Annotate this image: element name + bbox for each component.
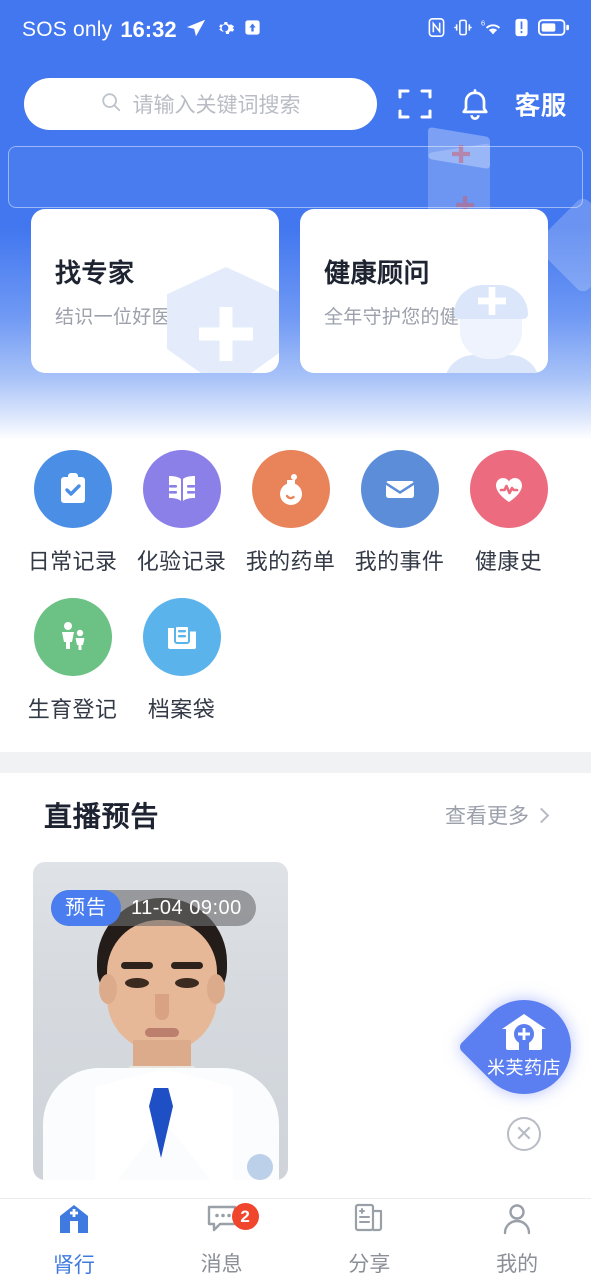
status-bar-right: 6 (428, 18, 569, 42)
close-circle-icon[interactable]: ✕ (507, 1117, 541, 1151)
feature-cards: 找专家 结识一位好医生 健康顾问 全年守护您的健康 (0, 209, 591, 373)
status-bar: SOS only 16:32 6 (0, 0, 591, 60)
customer-service-button[interactable]: 客服 (513, 86, 567, 122)
nav-label: 我的 (496, 1252, 539, 1276)
gear-icon (215, 18, 235, 43)
home-clinic-icon (56, 1201, 92, 1242)
quick-action-row: 日常记录 化验记录 我的药单 我的事件 健康史 (18, 450, 573, 576)
quick-action-file-bag[interactable]: 档案袋 (127, 598, 236, 724)
nav-item-profile[interactable]: 我的 (443, 1199, 591, 1280)
quick-action-grid: 日常记录 化验记录 我的药单 我的事件 健康史 生育登记 档案袋 (0, 450, 591, 724)
heart-pulse-icon (469, 450, 548, 528)
quick-action-label: 日常记录 (27, 549, 118, 574)
chevron-right-icon (533, 807, 550, 823)
live-preview-card[interactable]: 预告 11-04 09:00 (33, 862, 288, 1180)
view-more-label: 查看更多 (445, 805, 529, 828)
upload-box-icon (243, 18, 262, 42)
quick-action-label: 档案袋 (147, 697, 216, 722)
live-badge-group: 预告 11-04 09:00 (51, 890, 256, 926)
app-screen: SOS only 16:32 6 请输入关键词搜索 客服 找专家 结识一位好医生… (0, 0, 591, 1280)
nurse-art-icon (440, 279, 544, 373)
clock-label: 16:32 (120, 17, 177, 42)
pharmacy-float-button[interactable]: 米芙药店 (457, 980, 591, 1114)
quick-action-label: 健康史 (474, 549, 543, 574)
alert-icon (514, 18, 529, 42)
scan-icon[interactable] (393, 82, 437, 126)
bottom-navigation: 肾行 2 消息 分享 我的 (0, 1198, 591, 1280)
share-doc-icon (351, 1202, 387, 1241)
view-more-button[interactable]: 查看更多 (445, 800, 550, 830)
section-divider (0, 752, 591, 773)
grid-spacer (454, 598, 563, 724)
open-book-icon (142, 450, 221, 528)
health-advisor-card[interactable]: 健康顾问 全年守护您的健康 (300, 209, 548, 373)
page-title: 直播预告 (44, 801, 160, 832)
nav-label: 消息 (200, 1252, 243, 1276)
briefcase-icon (360, 450, 439, 528)
nfc-icon (428, 18, 445, 42)
grid-spacer (236, 598, 345, 724)
quick-action-health-history[interactable]: 健康史 (454, 450, 563, 576)
grid-spacer (345, 598, 454, 724)
quick-action-label: 我的药单 (245, 549, 336, 574)
quick-action-label: 化验记录 (136, 549, 227, 574)
pharmacy-house-icon (502, 1014, 546, 1050)
quick-action-birth-registration[interactable]: 生育登记 (18, 598, 127, 724)
pin-content: 米芙药店 (477, 1000, 571, 1094)
battery-icon (538, 19, 569, 41)
quick-action-lab-record[interactable]: 化验记录 (127, 450, 236, 576)
nav-item-share[interactable]: 分享 (296, 1199, 444, 1280)
svg-text:6: 6 (481, 19, 485, 28)
quick-action-my-prescription[interactable]: 我的药单 (236, 450, 345, 576)
pill-bottle-icon (251, 450, 330, 528)
nav-label: 分享 (348, 1252, 391, 1276)
live-time-label: 11-04 09:00 (131, 896, 242, 919)
location-arrow-icon (185, 17, 207, 44)
carrier-label: SOS only (22, 18, 113, 41)
live-section-header: 直播预告 查看更多 (0, 795, 591, 835)
person-icon (499, 1202, 535, 1241)
search-placeholder: 请输入关键词搜索 (132, 94, 301, 117)
status-badge: 2 (231, 1203, 259, 1230)
search-input[interactable]: 请输入关键词搜索 (24, 78, 377, 130)
nav-item-home[interactable]: 肾行 (0, 1199, 148, 1280)
status-badge: 预告 (51, 890, 121, 926)
quick-action-label: 我的事件 (354, 549, 445, 574)
quick-action-label: 生育登记 (27, 697, 118, 722)
quick-action-my-events[interactable]: 我的事件 (345, 450, 454, 576)
search-icon (100, 91, 122, 118)
pharmacy-label: 米芙药店 (487, 1058, 561, 1078)
search-row: 请输入关键词搜索 客服 (0, 74, 591, 134)
promo-banner[interactable] (8, 146, 583, 208)
vibrate-icon (454, 18, 472, 42)
quick-action-daily-record[interactable]: 日常记录 (18, 450, 127, 576)
status-bar-left: SOS only 16:32 (22, 17, 262, 44)
quick-action-row: 生育登记 档案袋 (18, 598, 573, 724)
find-expert-card[interactable]: 找专家 结识一位好医生 (31, 209, 279, 373)
nav-label: 肾行 (52, 1253, 95, 1277)
folder-doc-icon (142, 598, 221, 676)
bell-icon[interactable] (453, 82, 497, 126)
parent-child-icon (33, 598, 112, 676)
wifi-6-icon: 6 (481, 18, 505, 42)
nav-item-messages[interactable]: 2 消息 (148, 1199, 296, 1280)
clipboard-check-icon (33, 450, 112, 528)
